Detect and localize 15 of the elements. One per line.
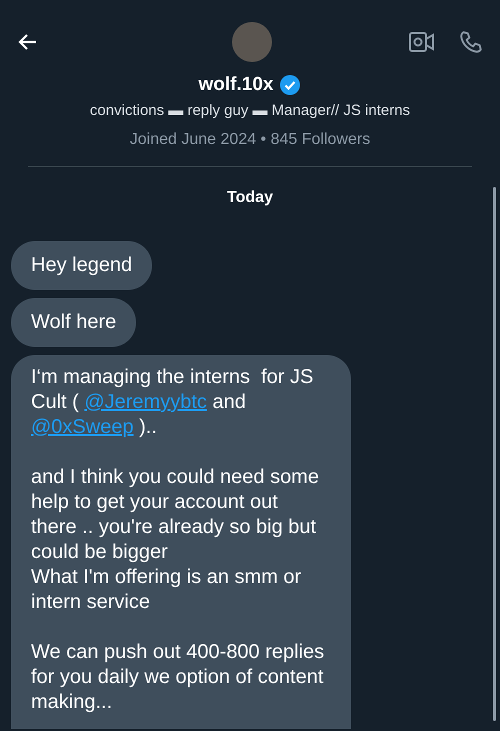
profile-bio: convictions ▬ reply guy ▬ Manager// JS interns bbox=[88, 102, 412, 119]
message-text: We can push out 400-800 replies for you daily we option of content making... bbox=[31, 640, 326, 715]
message-text: What I'm offering is an smm or intern service bbox=[31, 565, 302, 615]
scrollbar[interactable] bbox=[493, 187, 496, 721]
message-text: Hey legend bbox=[31, 253, 132, 278]
message-text: Wolf here bbox=[31, 310, 116, 335]
mention-link[interactable]: @0xSweep bbox=[31, 416, 134, 438]
user-name: wolf.10x bbox=[198, 74, 274, 96]
mention-link[interactable]: @Jeremyybtc bbox=[84, 391, 207, 413]
message-text: and I think you could need some help to get your account out there .. you're already so big but could be bigger bbox=[31, 465, 320, 565]
phone-icon[interactable] bbox=[458, 29, 484, 55]
video-call-icon[interactable] bbox=[408, 30, 436, 54]
profile-meta: Joined June 2024 • 845 Followers bbox=[128, 131, 372, 149]
message-text: I‘m managing the interns for JS Cult ( @Jeremyybtc and @0xSweep ).. bbox=[31, 365, 314, 440]
date-divider: Today bbox=[227, 189, 273, 207]
